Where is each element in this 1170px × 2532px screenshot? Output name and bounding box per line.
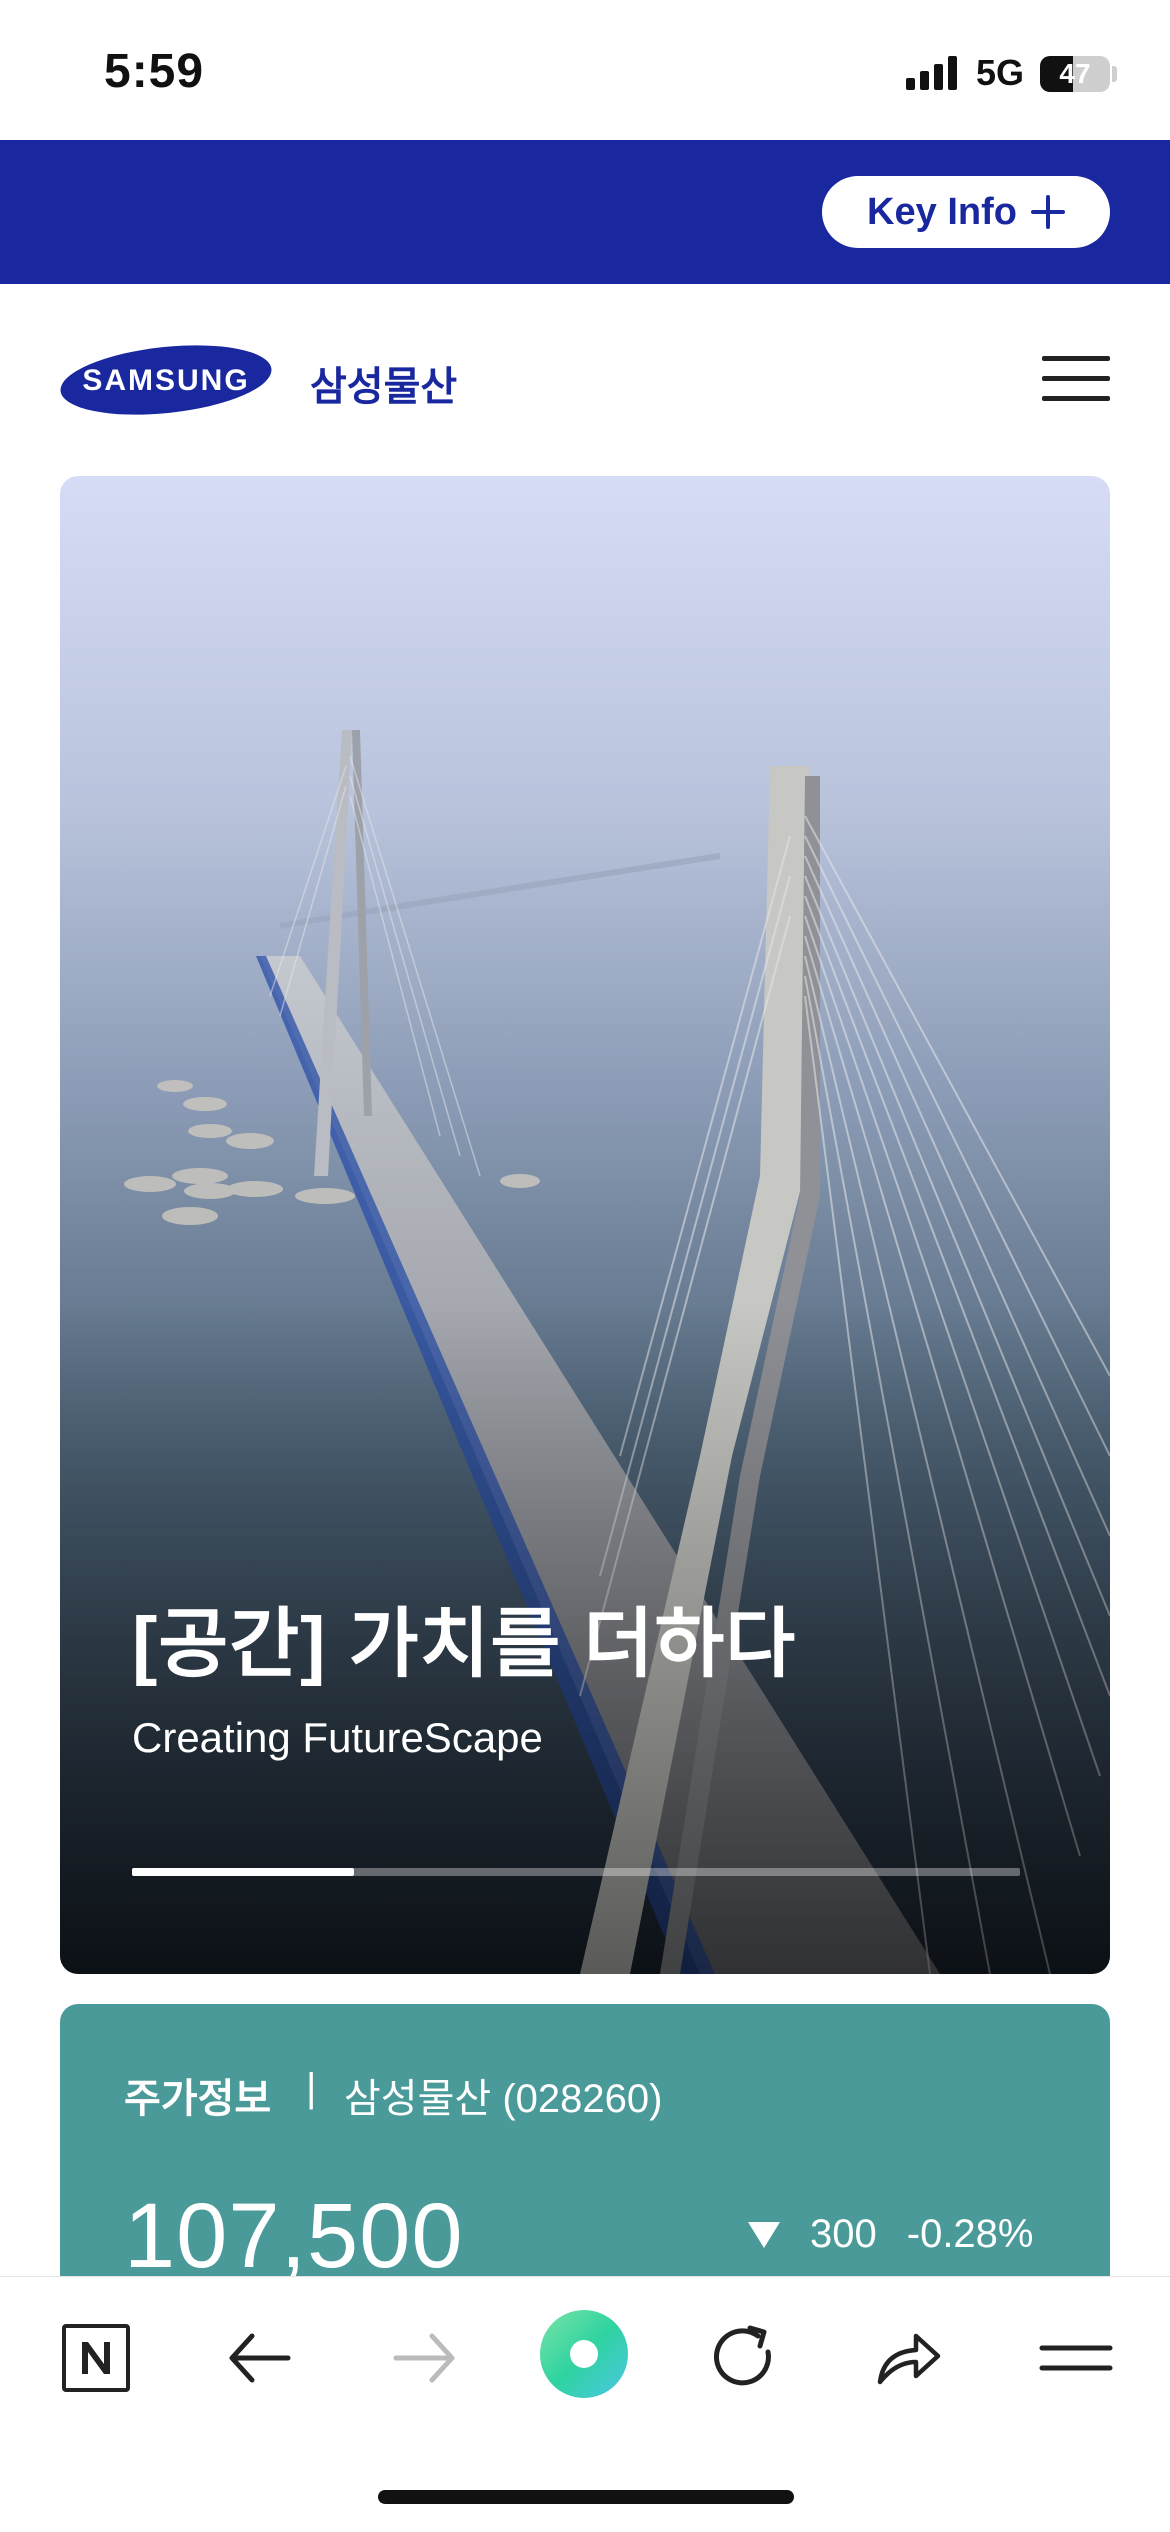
key-info-label: Key Info	[867, 190, 1017, 233]
network-type: 5G	[976, 52, 1025, 93]
hero-title: [공간] 가치를 더하다	[132, 1602, 797, 1687]
key-info-button[interactable]: Key Info	[822, 176, 1110, 248]
hero-progress-bar	[132, 1868, 1020, 1876]
stock-label: 주가정보	[124, 2077, 272, 2121]
green-dot-icon[interactable]	[538, 2308, 630, 2400]
home-indicator	[378, 2490, 794, 2504]
hero-progress-fill	[132, 1868, 354, 1876]
hamburger-menu-button[interactable]	[1042, 356, 1110, 404]
logo-text: SAMSUNG	[82, 364, 249, 397]
battery-icon: 47	[1040, 56, 1110, 92]
samsung-logo[interactable]: SAMSUNG	[60, 344, 272, 416]
forward-arrow-icon[interactable]	[384, 2318, 464, 2398]
back-arrow-icon[interactable]	[220, 2318, 300, 2398]
stock-separator: |	[306, 2066, 317, 2110]
stock-change-pct: -0.28%	[906, 2212, 1034, 2256]
stock-change-value: 300	[810, 2212, 877, 2256]
hero-banner[interactable]: [공간] 가치를 더하다 Creating FutureScape	[60, 476, 1110, 1974]
brand-name[interactable]: 삼성물산	[310, 354, 457, 412]
signal-icon	[906, 56, 958, 90]
battery-percent: 47	[1059, 58, 1091, 89]
stock-price: 107,500	[124, 2185, 464, 2287]
status-time: 5:59	[104, 45, 205, 98]
naver-icon[interactable]	[56, 2318, 136, 2398]
battery-tip	[1112, 66, 1117, 82]
plus-icon	[1030, 195, 1065, 229]
stock-company: 삼성물산 (028260)	[344, 2077, 663, 2121]
share-icon[interactable]	[868, 2318, 948, 2398]
refresh-icon[interactable]	[704, 2318, 784, 2398]
menu-icon[interactable]	[1036, 2318, 1116, 2398]
down-triangle-icon	[748, 2221, 780, 2248]
hero-subtitle: Creating FutureScape	[132, 1714, 543, 1761]
stock-change: 300 -0.28%	[748, 2212, 1034, 2257]
